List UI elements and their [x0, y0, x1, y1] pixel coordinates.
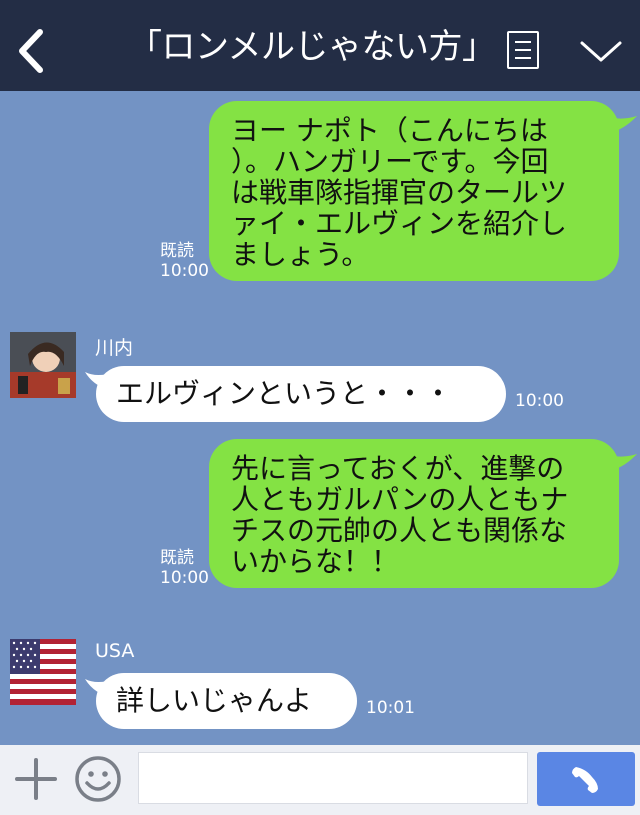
- message-line: 先に言っておくが、進撃の: [231, 452, 565, 485]
- message-bubble-outgoing[interactable]: 先に言っておくが、進撃の 人ともガルパンの人ともナ チスの元帥の人とも関係な い…: [209, 439, 619, 588]
- sender-name: USA: [95, 640, 135, 662]
- message-time: 10:00: [160, 261, 209, 281]
- message-line: ましょう。: [231, 238, 370, 271]
- message-bubble-outgoing[interactable]: ヨー ナポト（こんにちは ）。ハンガリーです。今回 は戦車隊指揮官のタールツ ァ…: [209, 101, 619, 281]
- message-line: ）。ハンガリーです。今回: [231, 145, 549, 178]
- message-text: 詳しいじゃんよ: [116, 684, 313, 717]
- chevron-down-icon[interactable]: [578, 36, 624, 66]
- message-bubble-incoming[interactable]: 詳しいじゃんよ: [96, 673, 357, 729]
- read-receipt: 既読: [160, 241, 194, 261]
- message-text: エルヴィンというと・・・: [116, 377, 453, 410]
- sender-name: 川内: [95, 337, 134, 359]
- avatar-sendai[interactable]: [10, 332, 76, 398]
- message-time: 10:00: [515, 391, 564, 411]
- message-line: 人ともガルパンの人ともナ: [231, 483, 569, 516]
- message-line: ヨー ナポト（こんにちは: [231, 114, 548, 147]
- emoji-icon[interactable]: [74, 755, 122, 803]
- call-button[interactable]: [537, 752, 635, 806]
- message-bubble-incoming[interactable]: エルヴィンというと・・・: [96, 366, 506, 422]
- read-receipt: 既読: [160, 548, 194, 568]
- avatar-usa-flag[interactable]: [10, 639, 76, 705]
- message-input[interactable]: [138, 752, 528, 804]
- message-line: チスの元帥の人とも関係な: [231, 514, 568, 547]
- chat-header: 「ロンメルじゃない方」: [0, 0, 640, 91]
- chat-title: 「ロンメルじゃない方」: [128, 27, 496, 67]
- message-time: 10:00: [160, 568, 209, 588]
- back-arrow-icon[interactable]: [14, 26, 54, 76]
- message-line: は戦車隊指揮官のタールツ: [231, 176, 568, 209]
- phone-icon: [572, 767, 598, 793]
- message-line: いからな！！: [231, 545, 400, 578]
- notes-icon[interactable]: [507, 31, 539, 69]
- plus-icon[interactable]: [15, 758, 57, 800]
- message-line: ァイ・エルヴィンを紹介し: [231, 207, 568, 240]
- message-time: 10:01: [366, 698, 415, 718]
